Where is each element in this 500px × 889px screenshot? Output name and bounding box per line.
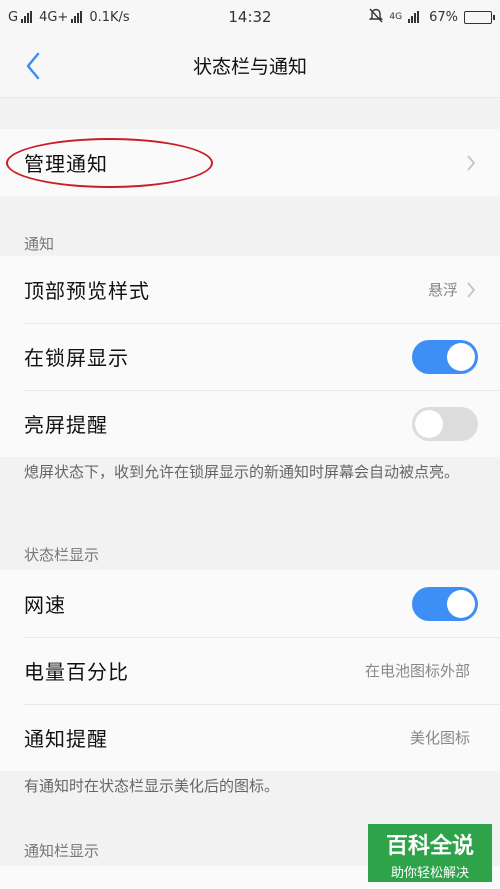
net-indicator: 4G bbox=[389, 12, 403, 22]
notify-reminder-row[interactable]: 通知提醒 美化图标 bbox=[0, 704, 500, 771]
status-bar: G 4G+ 0.1K/s 14:32 4G 67% bbox=[0, 0, 500, 34]
section-title-notify: 通知 bbox=[24, 235, 55, 253]
wake-label: 亮屏提醒 bbox=[24, 413, 108, 437]
section-title-shade: 通知栏显示 bbox=[24, 842, 100, 860]
battery-icon bbox=[464, 10, 495, 24]
watermark-logo: 百科全说 助你轻松解决 bbox=[368, 824, 492, 882]
toggle-knob bbox=[447, 342, 475, 371]
notify-reminder-label: 通知提醒 bbox=[24, 727, 108, 751]
notify-card: 顶部预览样式 悬浮 在锁屏显示 亮屏提醒 bbox=[0, 256, 500, 457]
top-preview-label: 顶部预览样式 bbox=[24, 279, 150, 303]
signal-icon bbox=[21, 11, 33, 23]
chevron-right-icon bbox=[466, 281, 478, 299]
network-speed: 0.1K/s bbox=[89, 9, 130, 25]
mute-bell-icon bbox=[369, 8, 384, 27]
network-type: 4G+ bbox=[39, 9, 69, 25]
battery-percent-row[interactable]: 电量百分比 在电池图标外部 bbox=[0, 637, 500, 704]
toggle-knob bbox=[415, 409, 443, 438]
watermark-sub: 助你轻松解决 bbox=[390, 866, 469, 881]
top-preview-value: 悬浮 bbox=[427, 281, 458, 299]
signal-icon-2 bbox=[71, 11, 83, 23]
lockscreen-label: 在锁屏显示 bbox=[24, 346, 129, 370]
toggle-knob bbox=[447, 589, 475, 618]
speed-toggle[interactable] bbox=[412, 586, 478, 621]
wake-row: 亮屏提醒 bbox=[0, 390, 500, 457]
battery-percent: 67% bbox=[429, 9, 458, 25]
speed-row: 网速 bbox=[0, 570, 500, 637]
battery-percent-label: 电量百分比 bbox=[24, 660, 129, 684]
watermark-main: 百科全说 bbox=[385, 834, 474, 859]
carrier-label: G bbox=[8, 9, 19, 25]
highlight-circle bbox=[6, 138, 213, 188]
section-title-statusbar: 状态栏显示 bbox=[24, 546, 100, 564]
speed-label: 网速 bbox=[24, 593, 66, 617]
notify-reminder-value: 美化图标 bbox=[409, 729, 470, 747]
wake-note: 熄屏状态下，收到允许在锁屏显示的新通知时屏幕会自动被点亮。 bbox=[24, 463, 460, 481]
top-preview-row[interactable]: 顶部预览样式 悬浮 bbox=[0, 256, 500, 323]
page-title: 状态栏与通知 bbox=[192, 56, 307, 78]
chevron-left-icon bbox=[26, 52, 40, 80]
lockscreen-toggle[interactable] bbox=[412, 339, 478, 374]
signal-icon-3 bbox=[408, 11, 420, 23]
statusbar-card: 网速 电量百分比 在电池图标外部 通知提醒 美化图标 bbox=[0, 570, 500, 771]
battery-percent-value: 在电池图标外部 bbox=[364, 662, 470, 680]
chevron-right-icon bbox=[466, 154, 478, 172]
top-app-bar: 状态栏与通知 bbox=[0, 34, 500, 98]
statusbar-note: 有通知时在状态栏显示美化后的图标。 bbox=[24, 777, 280, 795]
lockscreen-row: 在锁屏显示 bbox=[0, 323, 500, 390]
back-button[interactable] bbox=[18, 50, 48, 82]
wake-toggle[interactable] bbox=[412, 406, 478, 441]
